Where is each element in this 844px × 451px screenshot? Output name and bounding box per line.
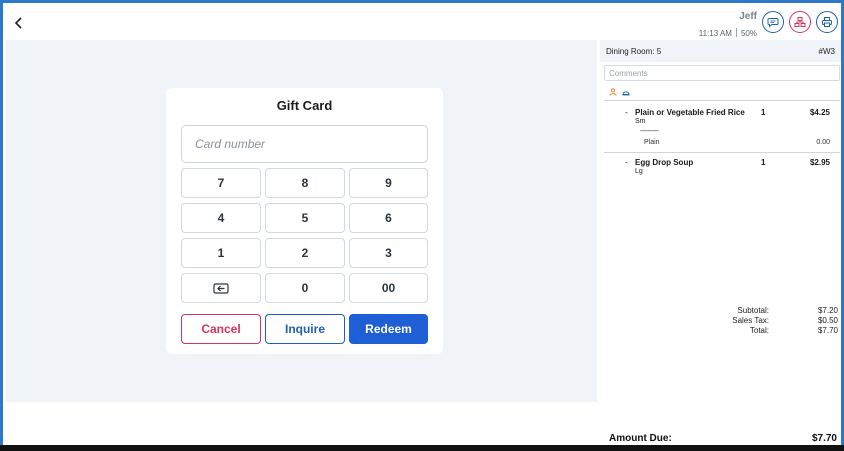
key-1[interactable]: 1 xyxy=(181,238,261,268)
key-0[interactable]: 0 xyxy=(265,273,345,303)
amount-due-value: $7.70 xyxy=(811,433,837,444)
clock-time: 11:13 AM xyxy=(698,29,732,38)
table-label: Dining Room: 5 xyxy=(606,47,662,56)
chat-button[interactable] xyxy=(762,11,784,33)
battery-level: 50% xyxy=(740,29,757,38)
chat-icon xyxy=(767,18,779,28)
bottom-bar xyxy=(0,445,844,451)
redeem-button[interactable]: Redeem xyxy=(349,314,428,344)
item-price: $4.25 xyxy=(809,108,830,117)
dialog-title: Gift Card xyxy=(276,98,333,113)
item-size: Lg xyxy=(635,168,643,175)
item-dash: - xyxy=(625,108,628,117)
item-size: Sm xyxy=(635,118,646,125)
tray-icon[interactable] xyxy=(622,88,630,96)
order-number: #W3 xyxy=(818,47,835,56)
chevron-left-icon xyxy=(14,17,22,29)
cancel-button[interactable]: Cancel xyxy=(181,314,261,344)
subtotal-label: Subtotal: xyxy=(737,306,769,315)
key-8[interactable]: 8 xyxy=(265,168,345,198)
main-area: Gift Card 7 8 9 4 5 6 1 2 3 0 0 xyxy=(6,40,597,402)
app-window: Jeff 11:13 AM 50% Gift Card Card number … xyxy=(3,3,841,445)
tax-label: Sales Tax: xyxy=(732,316,769,325)
backspace-icon xyxy=(213,282,229,294)
person-icon[interactable] xyxy=(609,88,617,96)
item-name: Egg Drop Soup xyxy=(635,158,694,167)
key-00[interactable]: 00 xyxy=(349,273,428,303)
print-button[interactable] xyxy=(816,11,838,33)
user-info: Jeff 11:13 AM 50% xyxy=(699,11,757,38)
amount-due-label: Amount Due: xyxy=(609,433,672,444)
key-backspace[interactable] xyxy=(181,273,261,303)
key-5[interactable]: 5 xyxy=(265,203,345,233)
key-4[interactable]: 4 xyxy=(181,203,261,233)
status-line: 11:13 AM 50% xyxy=(699,28,757,38)
divider xyxy=(604,152,840,153)
item-dash: - xyxy=(625,158,628,167)
modifier-price: 0.00 xyxy=(816,139,830,146)
gift-card-dialog: Gift Card 7 8 9 4 5 6 1 2 3 0 0 xyxy=(166,88,443,354)
modifier-name: Plain xyxy=(644,139,660,146)
order-panel: Dining Room: 5 #W3 Comments - Plain or V… xyxy=(600,40,841,445)
totals-block: Subtotal: $7.20 Sales Tax: $0.50 Total: … xyxy=(600,306,841,336)
key-7[interactable]: 7 xyxy=(181,168,261,198)
printer-icon xyxy=(822,17,832,27)
total-value: $7.70 xyxy=(817,326,838,335)
key-3[interactable]: 3 xyxy=(349,238,428,268)
dialog-actions: Cancel Inquire Redeem xyxy=(181,314,428,344)
order-header: Dining Room: 5 #W3 xyxy=(600,40,841,62)
user-name: Jeff xyxy=(739,11,757,22)
split-check-button[interactable] xyxy=(789,11,811,33)
item-qty: 1 xyxy=(761,108,766,117)
tax-row: Sales Tax: $0.50 xyxy=(600,316,841,326)
inquire-button[interactable]: Inquire xyxy=(265,314,345,344)
total-label: Total: xyxy=(749,326,769,335)
key-6[interactable]: 6 xyxy=(349,203,428,233)
divider xyxy=(604,100,840,101)
subtotal-value: $7.20 xyxy=(817,306,838,315)
subtotal-row: Subtotal: $7.20 xyxy=(600,306,841,316)
total-row: Total: $7.70 xyxy=(600,326,841,336)
order-icons xyxy=(609,88,630,96)
split-icon xyxy=(794,17,806,27)
item-price: $2.95 xyxy=(809,158,830,167)
back-button[interactable] xyxy=(9,13,29,33)
item-qty: 1 xyxy=(761,158,766,167)
card-number-input[interactable] xyxy=(181,125,428,163)
numeric-keypad: 7 8 9 4 5 6 1 2 3 0 00 xyxy=(181,168,428,303)
status-separator xyxy=(735,28,737,37)
modifier-separator: ---------- xyxy=(640,128,659,135)
comments-field[interactable]: Comments xyxy=(604,65,840,81)
key-9[interactable]: 9 xyxy=(349,168,428,198)
tax-value: $0.50 xyxy=(817,316,838,325)
key-2[interactable]: 2 xyxy=(265,238,345,268)
item-name: Plain or Vegetable Fried Rice xyxy=(635,108,745,117)
